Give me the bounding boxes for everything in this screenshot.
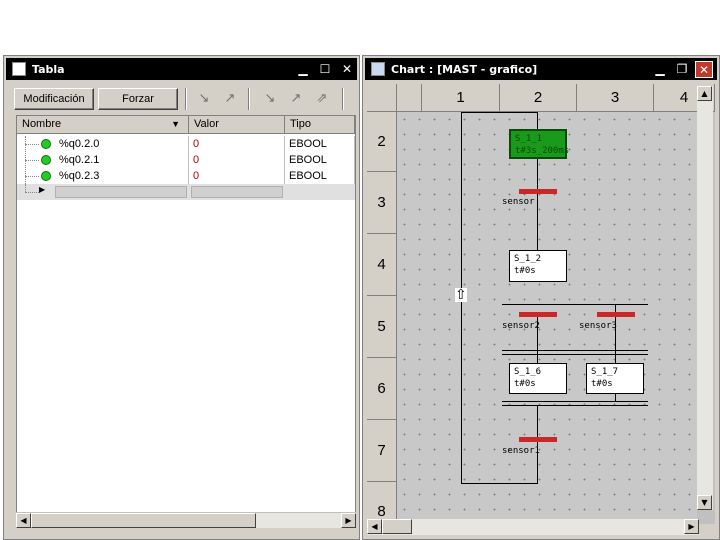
step-s-1-2[interactable]: S_1_2 t#0s bbox=[509, 250, 567, 282]
chart-window: Chart : [MAST - grafico] ▁ ❐ ✕ 1 2 3 4 2… bbox=[362, 55, 720, 540]
transition-sensor3[interactable] bbox=[597, 312, 635, 317]
output-status-led-icon bbox=[41, 155, 51, 165]
column-header-2: 2 bbox=[500, 84, 577, 112]
close-icon[interactable]: ✕ bbox=[695, 61, 713, 78]
row-header-8: 8 bbox=[367, 482, 397, 524]
row-header-5: 5 bbox=[367, 296, 397, 358]
new-entry-row[interactable]: ▶ bbox=[17, 184, 355, 200]
transition-sensor2[interactable] bbox=[519, 312, 557, 317]
table-app-icon bbox=[12, 62, 26, 76]
transition-label: sensor bbox=[502, 197, 535, 207]
transition-sensor1[interactable] bbox=[519, 437, 557, 442]
scroll-thumb[interactable] bbox=[382, 519, 412, 534]
step-s-1-1[interactable]: S_1_1 t#3s_200ms bbox=[509, 129, 569, 159]
divergence-line bbox=[502, 304, 648, 305]
sort-dropdown-icon[interactable]: ▼ bbox=[171, 116, 180, 133]
sfc-canvas[interactable]: ⇧ S_1_1 t#3s_200ms S_1_2 t#0s S_1_6 t#0s… bbox=[397, 112, 697, 524]
force-rising-icon[interactable]: ↗ bbox=[220, 90, 240, 108]
tabla-toolbar: Modificación Forzar ↘ ↗ ↘ ↗ ⇗ bbox=[10, 86, 353, 112]
unforce-falling-icon[interactable]: ↘ bbox=[260, 90, 280, 108]
column-header-blank bbox=[397, 84, 422, 112]
jump-arrow-icon: ⇧ bbox=[455, 287, 467, 303]
scroll-left-icon[interactable]: ◀ bbox=[367, 519, 382, 534]
link-line bbox=[537, 406, 538, 484]
column-header-nombre[interactable]: Nombre ▼ bbox=[17, 116, 189, 134]
column-header-valor[interactable]: Valor bbox=[189, 116, 285, 134]
tabla-title-bar[interactable]: Tabla ▁ ☐ ✕ bbox=[6, 58, 357, 80]
restore-icon[interactable]: ❐ bbox=[673, 61, 691, 78]
scroll-right-icon[interactable]: ▶ bbox=[341, 513, 356, 528]
output-status-led-icon bbox=[41, 171, 51, 181]
unforce-rising-icon[interactable]: ↗ bbox=[286, 90, 306, 108]
link-line bbox=[537, 330, 538, 354]
step-s-1-7[interactable]: S_1_7 t#0s bbox=[586, 363, 644, 394]
unforce-all-icon[interactable]: ⇗ bbox=[312, 90, 332, 108]
tabla-horizontal-scrollbar[interactable]: ◀ ▶ bbox=[16, 512, 356, 528]
tabla-window: Tabla ▁ ☐ ✕ Modificación Forzar ↘ ↗ ↘ ↗ … bbox=[3, 55, 360, 540]
row-header-4: 4 bbox=[367, 234, 397, 296]
scroll-thumb[interactable] bbox=[31, 513, 256, 528]
minimize-icon[interactable]: ▁ bbox=[294, 61, 312, 78]
output-status-led-icon bbox=[41, 139, 51, 149]
transition-label: sensor3 bbox=[579, 321, 617, 331]
transition-label: sensor2 bbox=[502, 321, 540, 331]
corner-header bbox=[367, 84, 397, 112]
link-line bbox=[615, 355, 616, 363]
chart-horizontal-scrollbar[interactable]: ◀ ▶ bbox=[367, 519, 699, 535]
table-row[interactable]: %q0.2.1 0 EBOOL bbox=[17, 152, 355, 168]
new-value-input[interactable] bbox=[191, 186, 283, 198]
variable-table: Nombre ▼ Valor Tipo %q0.2.0 0 EBOOL %q0.… bbox=[16, 115, 356, 525]
row-header-6: 6 bbox=[367, 358, 397, 420]
close-icon[interactable]: ✕ bbox=[338, 61, 356, 78]
scroll-left-icon[interactable]: ◀ bbox=[16, 513, 31, 528]
tabla-title: Tabla bbox=[32, 63, 65, 76]
chart-title: Chart : [MAST - grafico] bbox=[391, 63, 538, 76]
jump-line bbox=[461, 483, 538, 484]
forzar-button[interactable]: Forzar bbox=[98, 88, 178, 110]
step-s-1-6[interactable]: S_1_6 t#0s bbox=[509, 363, 567, 394]
chart-vertical-scrollbar[interactable]: ▲ ▼ bbox=[697, 86, 713, 510]
force-falling-icon[interactable]: ↘ bbox=[194, 90, 214, 108]
transition-sensor[interactable] bbox=[519, 189, 557, 194]
parallel-divergence-line bbox=[502, 350, 648, 351]
transition-label: sensor1 bbox=[502, 446, 540, 456]
row-header-3: 3 bbox=[367, 172, 397, 234]
column-header-tipo[interactable]: Tipo bbox=[285, 116, 355, 134]
table-row[interactable]: %q0.2.0 0 EBOOL bbox=[17, 136, 355, 152]
scroll-down-icon[interactable]: ▼ bbox=[697, 495, 712, 510]
sfc-chart: 1 2 3 4 2 3 4 5 6 7 8 ⇧ S_1_1 t#3s_200ms… bbox=[367, 84, 715, 524]
maximize-icon[interactable]: ☐ bbox=[316, 61, 334, 78]
modificacion-button[interactable]: Modificación bbox=[14, 88, 94, 110]
new-name-input[interactable] bbox=[55, 186, 187, 198]
sfc-app-icon bbox=[371, 62, 385, 76]
column-header-1: 1 bbox=[422, 84, 500, 112]
column-header-3: 3 bbox=[577, 84, 654, 112]
jump-line bbox=[461, 112, 538, 113]
parallel-divergence-line bbox=[502, 354, 648, 355]
scroll-right-icon[interactable]: ▶ bbox=[684, 519, 699, 534]
chart-title-bar[interactable]: Chart : [MAST - grafico] ▁ ❐ ✕ bbox=[365, 58, 717, 80]
row-pointer-icon: ▶ bbox=[39, 185, 46, 194]
scroll-up-icon[interactable]: ▲ bbox=[697, 86, 712, 101]
row-header-7: 7 bbox=[367, 420, 397, 482]
parallel-convergence-line bbox=[502, 401, 648, 402]
row-header-2: 2 bbox=[367, 112, 397, 172]
parallel-convergence-line bbox=[502, 405, 648, 406]
link-line bbox=[537, 355, 538, 363]
table-row[interactable]: %q0.2.3 0 EBOOL bbox=[17, 168, 355, 184]
minimize-icon[interactable]: ▁ bbox=[651, 61, 669, 78]
